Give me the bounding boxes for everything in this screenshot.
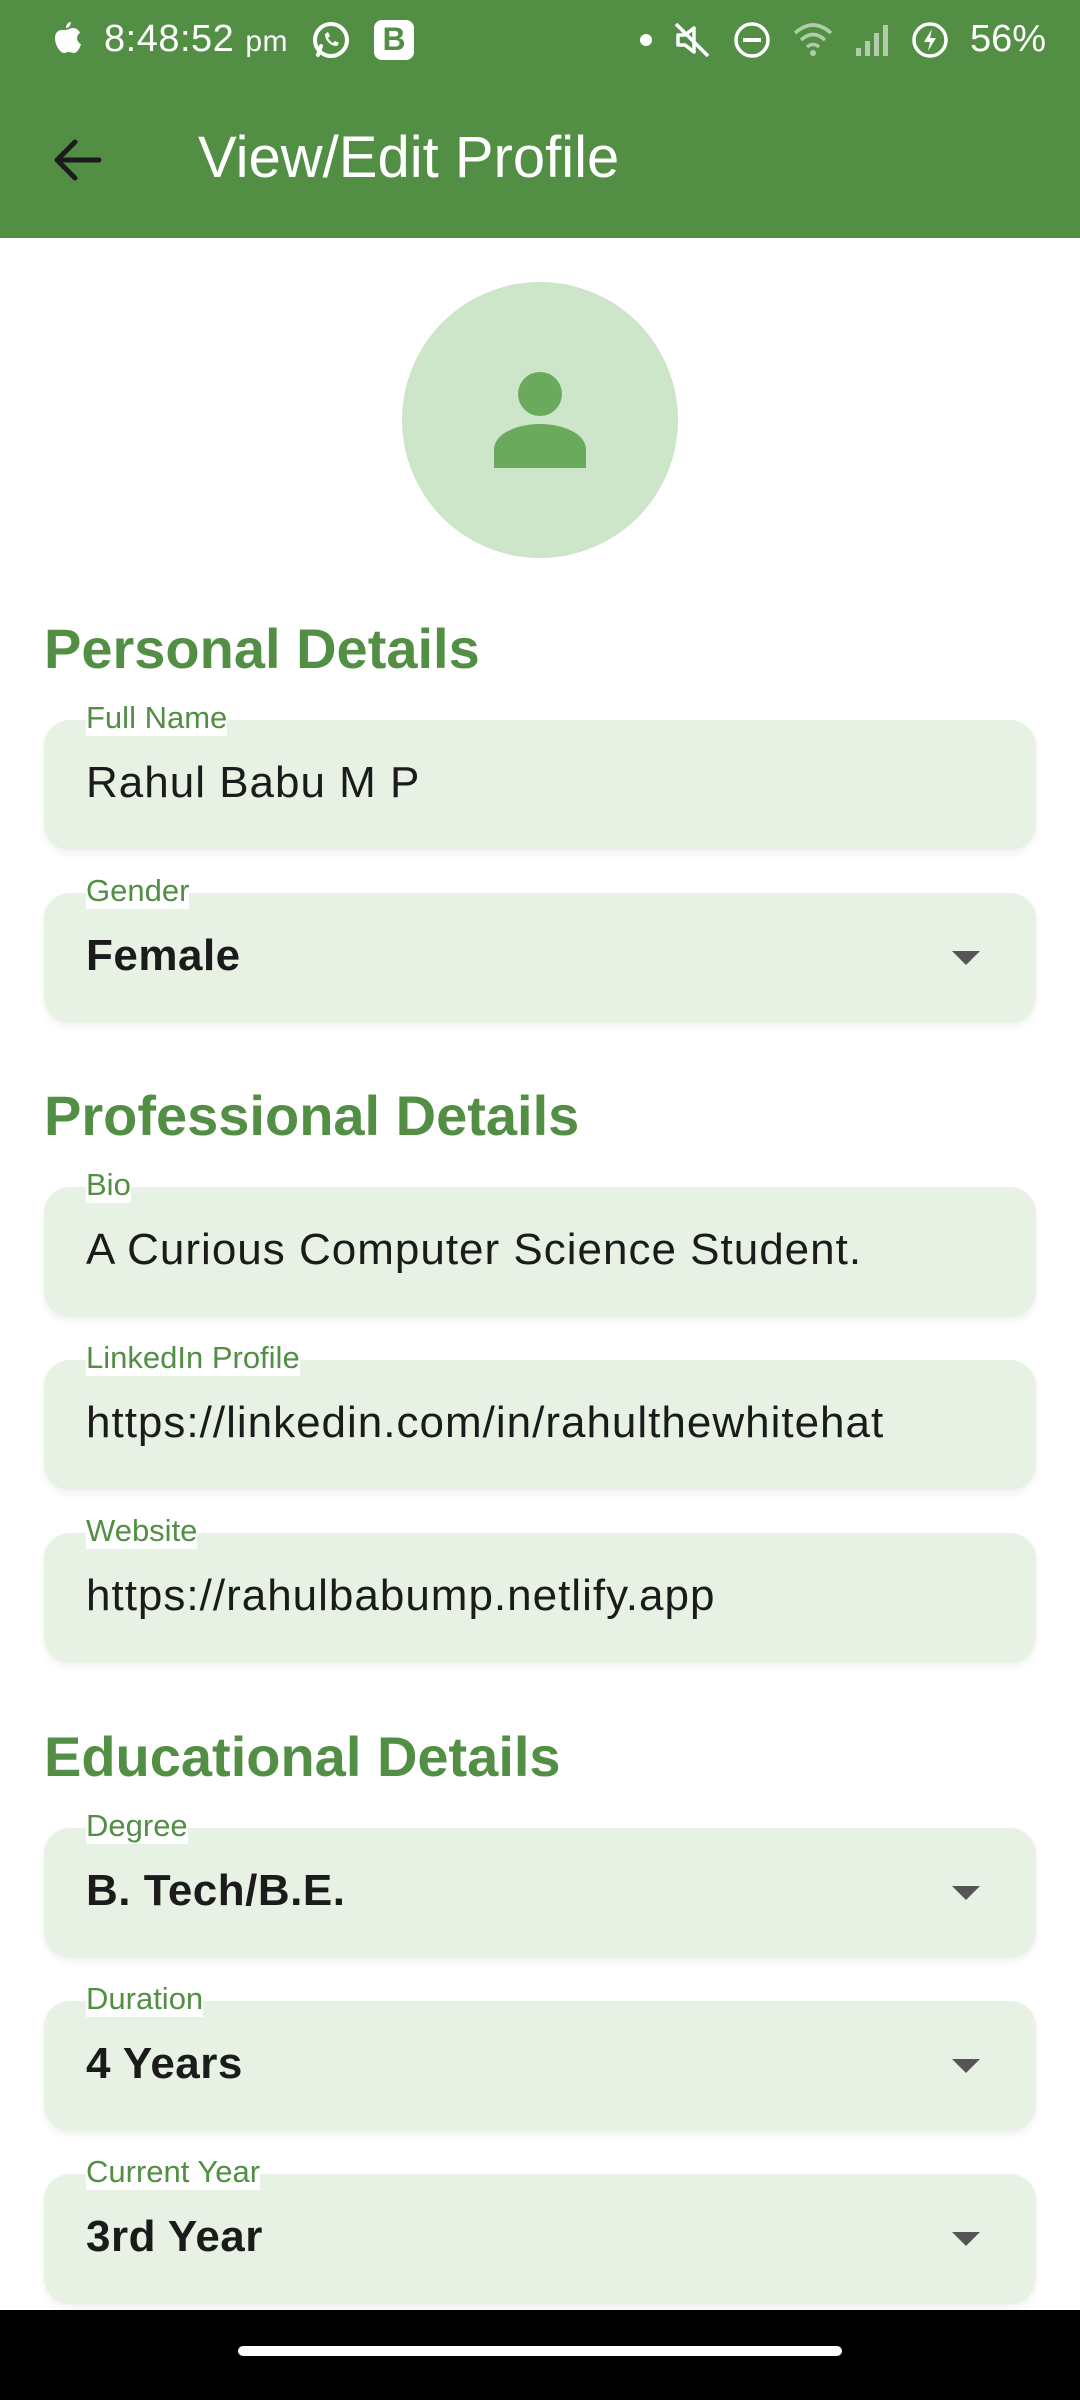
gender-label: Gender (86, 873, 190, 909)
battery-percentage: 56% (969, 18, 1046, 60)
full-name-value: Rahul Babu M P (86, 758, 421, 807)
section-title-educational: Educational Details (44, 1725, 561, 1788)
current-year-dropdown[interactable]: 3rd Year (44, 2174, 1036, 2304)
bio-value: A Curious Computer Science Student. (86, 1225, 863, 1274)
full-name-field[interactable]: Rahul Babu M P (44, 720, 1036, 850)
home-gesture-handle[interactable] (238, 2346, 842, 2356)
status-time-ampm: pm (245, 25, 289, 58)
current-year-value: 3rd Year (86, 2212, 263, 2261)
app-notification-badge: B (374, 19, 415, 60)
section-title-professional: Professional Details (44, 1084, 580, 1147)
status-bar: 8:48:52 pm B 56% (0, 0, 1080, 86)
app-bar: 8:48:52 pm B 56% View/Edit Profile (0, 0, 1080, 238)
whatsapp-icon (313, 21, 350, 58)
duration-value: 4 Years (86, 2039, 243, 2088)
wifi-icon (793, 22, 833, 56)
linkedin-value: https://linkedin.com/in/rahulthewhitehat (86, 1398, 885, 1447)
current-year-label: Current Year (86, 2154, 261, 2190)
linkedin-label: LinkedIn Profile (86, 1340, 300, 1376)
notification-dot-icon (639, 33, 652, 46)
navigation-bar (0, 2310, 1080, 2400)
website-value: https://rahulbabump.netlify.app (86, 1571, 716, 1620)
signal-icon (855, 24, 888, 56)
gender-value: Female (86, 931, 241, 980)
gender-dropdown[interactable]: Female (44, 893, 1036, 1023)
duration-dropdown[interactable]: 4 Years (44, 2001, 1036, 2131)
page-title: View/Edit Profile (198, 125, 620, 190)
back-button[interactable] (40, 118, 114, 202)
bio-field[interactable]: A Curious Computer Science Student. (44, 1187, 1036, 1317)
chevron-down-icon (952, 2059, 980, 2073)
full-name-label: Full Name (86, 700, 228, 736)
duration-label: Duration (86, 1981, 204, 2017)
status-time: 8:48:52 pm (104, 18, 288, 61)
profile-avatar[interactable] (402, 282, 678, 558)
status-time-value: 8:48:52 (104, 18, 235, 60)
mute-icon (674, 22, 710, 57)
website-label: Website (86, 1513, 198, 1549)
arrow-back-icon (54, 139, 102, 181)
website-field[interactable]: https://rahulbabump.netlify.app (44, 1533, 1036, 1663)
do-not-disturb-icon (734, 21, 770, 58)
chevron-down-icon (952, 951, 980, 965)
person-icon (494, 372, 586, 468)
chevron-down-icon (952, 2232, 980, 2246)
linkedin-field[interactable]: https://linkedin.com/in/rahulthewhitehat (44, 1360, 1036, 1490)
toolbar: View/Edit Profile (0, 100, 1080, 220)
bio-label: Bio (86, 1167, 131, 1203)
degree-label: Degree (86, 1808, 188, 1844)
degree-value: B. Tech/B.E. (86, 1866, 346, 1915)
section-title-personal: Personal Details (44, 617, 480, 680)
chevron-down-icon (952, 1886, 980, 1900)
apple-icon (55, 21, 81, 53)
battery-saver-icon (912, 21, 948, 58)
degree-dropdown[interactable]: B. Tech/B.E. (44, 1828, 1036, 1958)
